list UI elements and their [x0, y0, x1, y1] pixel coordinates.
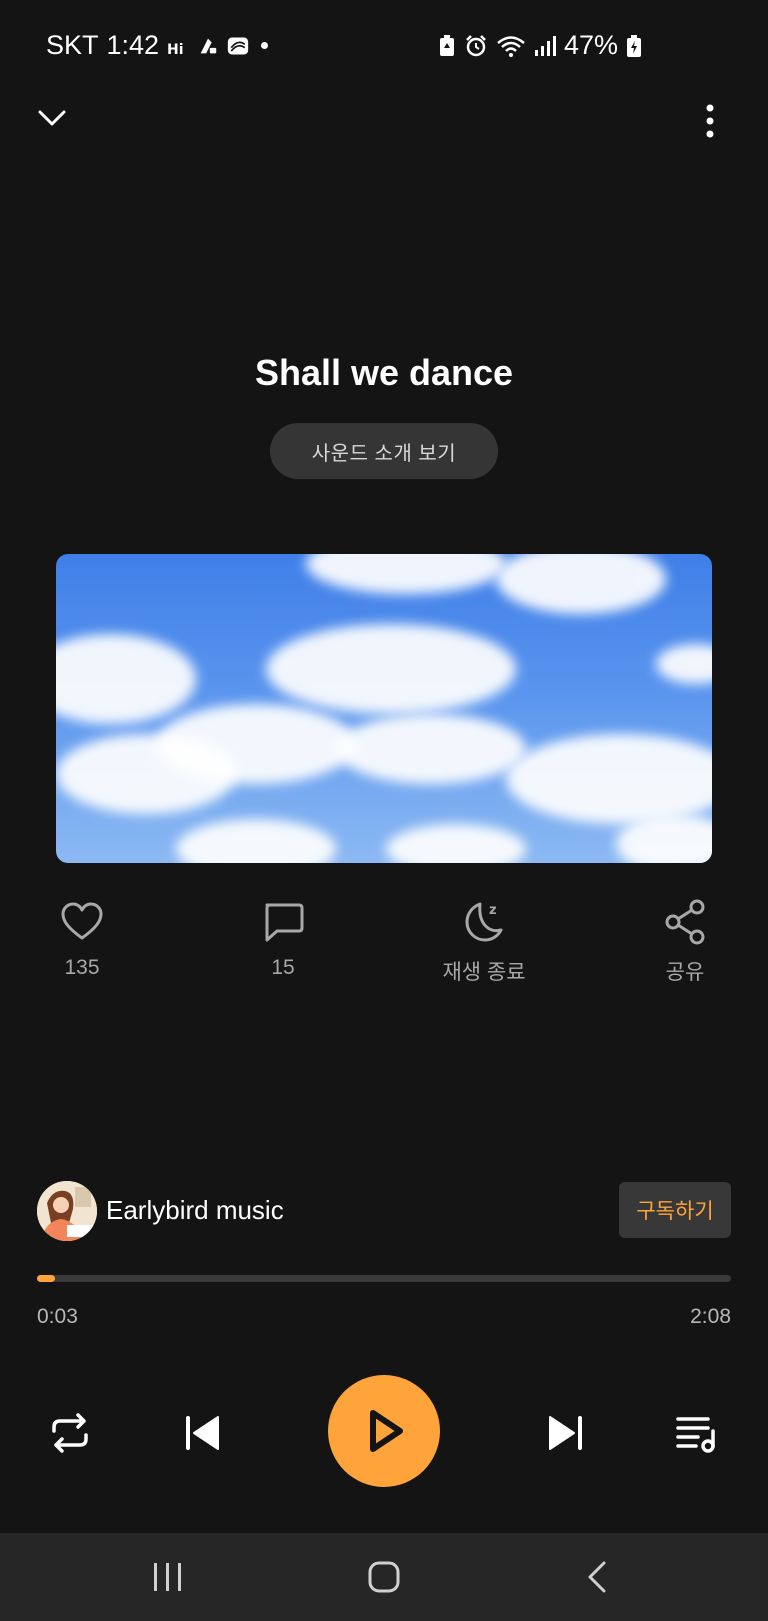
wifi-icon [497, 35, 525, 57]
channel-name[interactable]: Earlybird music [106, 1195, 284, 1226]
playlist-icon [676, 1417, 715, 1453]
share-label: 공유 [665, 961, 705, 984]
skip-previous-icon [186, 1416, 219, 1450]
home-button[interactable] [324, 1533, 444, 1621]
like-count: 135 [64, 956, 100, 979]
carrier-label: SKT [46, 30, 99, 60]
subscribe-button[interactable]: 구독하기 [619, 1182, 731, 1238]
avatar-illustration [37, 1181, 97, 1241]
back-icon [588, 1561, 606, 1593]
sleep-timer-button[interactable]: z 재생 종료 [414, 898, 554, 986]
status-right: 47% [438, 30, 642, 61]
battery-percent: 47% [563, 30, 618, 60]
avatar[interactable] [37, 1181, 97, 1241]
action-row: 135 15 z 재생 종료 공유 [0, 898, 768, 1008]
total-duration: 2:08 [690, 1305, 731, 1328]
repeat-button[interactable] [42, 1405, 98, 1461]
battery-charging-icon [627, 34, 641, 57]
notification-dot [261, 42, 269, 49]
status-bar: SKT 1:42 Hi 47% [0, 0, 768, 96]
channel-row: Earlybird music 구독하기 [37, 1180, 731, 1242]
app-notification-icon-2 [227, 37, 249, 54]
app-notification-icon [200, 38, 217, 53]
sound-intro-button[interactable]: 사운드 소개 보기 [270, 423, 498, 479]
moon-sleep-icon: z [465, 902, 503, 942]
system-nav-bar [0, 1533, 768, 1621]
comment-count: 15 [271, 956, 295, 979]
seek-bar[interactable] [37, 1275, 731, 1282]
more-vertical-icon[interactable] [702, 102, 718, 140]
sleep-timer-label: 재생 종료 [442, 961, 526, 984]
recent-apps-button[interactable] [108, 1533, 228, 1621]
play-icon [370, 1410, 403, 1452]
svg-text:Hi: Hi [167, 42, 184, 57]
home-icon [368, 1561, 400, 1593]
track-title: Shall we dance [254, 352, 514, 393]
hd-call-icon: Hi [167, 42, 184, 57]
battery-saver-icon [439, 34, 454, 56]
share-button[interactable]: 공유 [615, 898, 755, 986]
clock: 1:42 [106, 30, 160, 60]
signal-icon [534, 35, 556, 56]
next-button[interactable] [538, 1405, 594, 1461]
like-button[interactable]: 135 [12, 898, 152, 980]
heart-icon [61, 902, 103, 940]
seek-bar-progress [37, 1275, 55, 1282]
back-button[interactable] [538, 1533, 658, 1621]
track-artwork [56, 554, 712, 863]
chevron-down-icon[interactable] [34, 100, 70, 136]
status-left: SKT 1:42 Hi [46, 30, 269, 61]
repeat-icon [52, 1413, 88, 1453]
alarm-icon [466, 34, 486, 56]
playlist-button[interactable] [668, 1405, 724, 1461]
elapsed-time: 0:03 [37, 1305, 78, 1328]
share-icon [665, 899, 705, 945]
previous-button[interactable] [174, 1405, 230, 1461]
playback-controls [0, 1375, 768, 1489]
play-button[interactable] [328, 1375, 440, 1487]
comment-button[interactable]: 15 [213, 898, 353, 980]
comment-icon [265, 903, 304, 942]
skip-next-icon [549, 1416, 582, 1450]
svg-text:z: z [489, 903, 497, 918]
recent-apps-icon [154, 1563, 181, 1591]
